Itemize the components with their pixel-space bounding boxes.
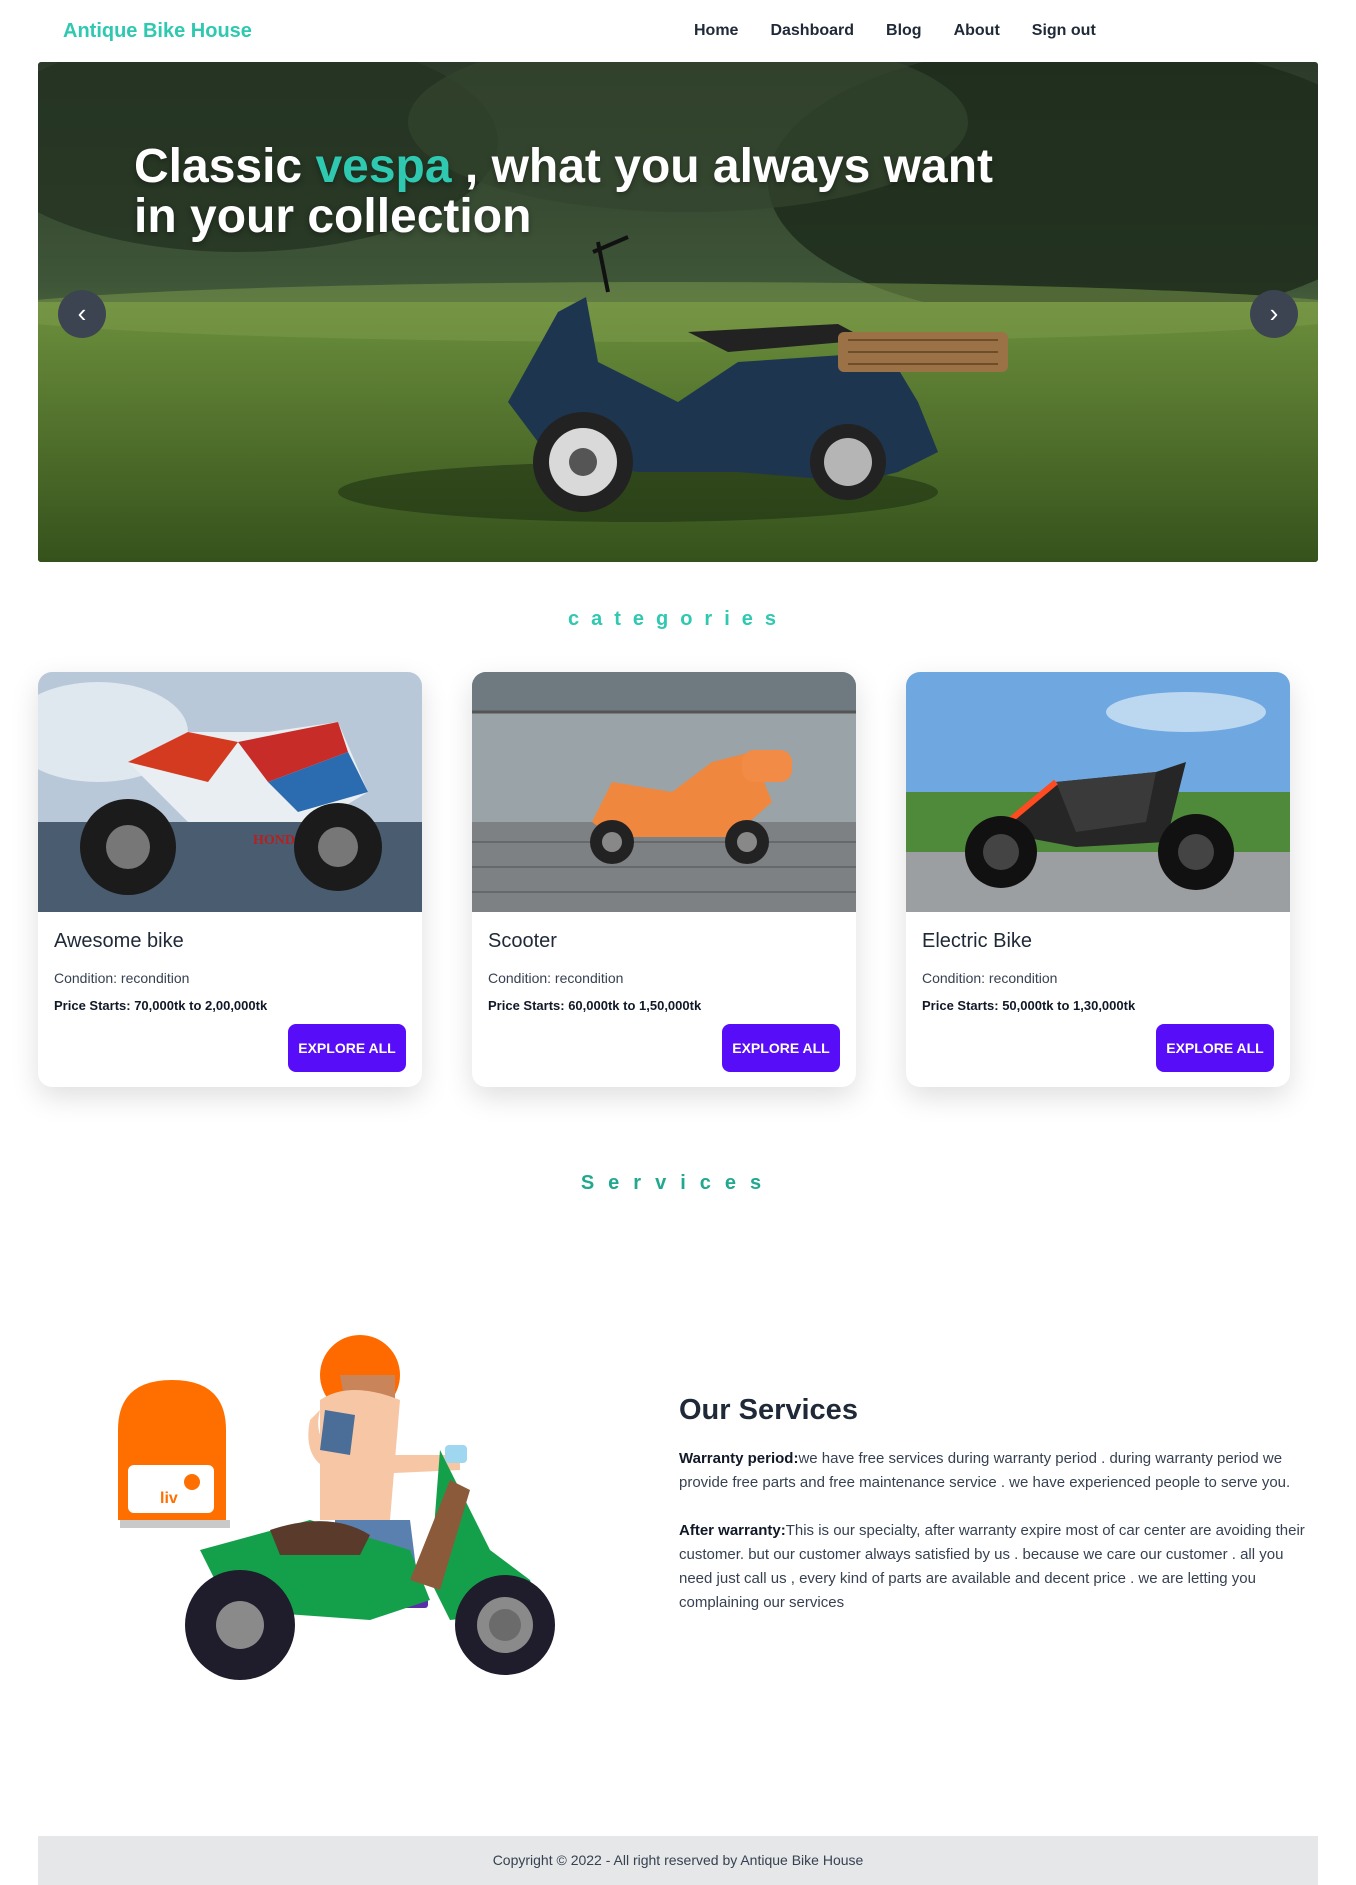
footer: Copyright © 2022 - All right reserved by… bbox=[38, 1836, 1318, 1885]
nav-links: Home Dashboard Blog About Sign out bbox=[694, 22, 1096, 40]
card-condition: Condition: recondition bbox=[488, 970, 624, 986]
services-content: Our Services Warranty period:we have fre… bbox=[679, 1394, 1315, 1639]
delivery-box-label: liv bbox=[160, 1490, 178, 1507]
electric-bike-photo bbox=[906, 672, 1290, 912]
footer-copyright: Copyright © 2022 - All right reserved by… bbox=[492, 1852, 864, 1868]
warranty-paragraph: Warranty period:we have free services du… bbox=[679, 1447, 1315, 1495]
card-condition: Condition: recondition bbox=[922, 970, 1058, 986]
warranty-label: Warranty period: bbox=[679, 1450, 799, 1467]
services-heading: Our Services bbox=[679, 1394, 858, 1426]
categories-title: categories bbox=[567, 608, 789, 630]
sport-motorcycle-photo: HONDA bbox=[38, 672, 422, 912]
nav-home[interactable]: Home bbox=[694, 22, 738, 40]
card-price: Price Starts: 70,000tk to 2,00,000tk bbox=[54, 998, 267, 1013]
card-price-value: 60,000tk to 1,50,000tk bbox=[564, 998, 702, 1013]
hero-title-accent: vespa bbox=[315, 140, 452, 193]
services-title: Services bbox=[580, 1172, 776, 1194]
brand-logo[interactable]: Antique Bike House bbox=[63, 20, 252, 43]
delivery-scooter-illustration: liv bbox=[118, 1335, 555, 1680]
nav-sign-out[interactable]: Sign out bbox=[1032, 22, 1096, 40]
nav-about[interactable]: About bbox=[954, 22, 1000, 40]
navbar: Antique Bike House Home Dashboard Blog A… bbox=[0, 0, 1356, 62]
category-card-awesome-bike: HONDA Awesome bike Condition: reconditio… bbox=[38, 672, 422, 1087]
card-price: Price Starts: 60,000tk to 1,50,000tk bbox=[488, 998, 701, 1013]
orange-scooter-photo bbox=[472, 672, 856, 912]
card-price-value: 50,000tk to 1,30,000tk bbox=[998, 998, 1136, 1013]
category-card-electric-bike: Electric Bike Condition: recondition Pri… bbox=[906, 672, 1290, 1087]
after-warranty-label: After warranty: bbox=[679, 1522, 786, 1539]
card-title: Awesome bike bbox=[54, 930, 184, 952]
hero-carousel: Classic vespa , what you always want in … bbox=[38, 62, 1318, 562]
vespa-hero-photo bbox=[38, 62, 1318, 562]
card-price-label: Price Starts: bbox=[488, 998, 565, 1013]
explore-all-button[interactable]: EXPLORE ALL bbox=[1156, 1024, 1274, 1072]
nav-blog[interactable]: Blog bbox=[886, 22, 922, 40]
card-price: Price Starts: 50,000tk to 1,30,000tk bbox=[922, 998, 1135, 1013]
hero-title: Classic vespa , what you always want in … bbox=[134, 142, 1034, 242]
carousel-next-button[interactable]: › bbox=[1250, 290, 1298, 338]
explore-all-button[interactable]: EXPLORE ALL bbox=[288, 1024, 406, 1072]
card-condition: Condition: recondition bbox=[54, 970, 190, 986]
card-price-value: 70,000tk to 2,00,000tk bbox=[130, 998, 268, 1013]
card-title: Scooter bbox=[488, 930, 557, 952]
nav-dashboard[interactable]: Dashboard bbox=[770, 22, 854, 40]
card-price-label: Price Starts: bbox=[54, 998, 131, 1013]
card-price-label: Price Starts: bbox=[922, 998, 999, 1013]
after-warranty-paragraph: After warranty:This is our specialty, af… bbox=[679, 1519, 1315, 1615]
card-title: Electric Bike bbox=[922, 930, 1033, 952]
carousel-prev-button[interactable]: ‹ bbox=[58, 290, 106, 338]
explore-all-button[interactable]: EXPLORE ALL bbox=[722, 1024, 840, 1072]
category-card-scooter: Scooter Condition: recondition Price Sta… bbox=[472, 672, 856, 1087]
hero-title-text: Classic bbox=[134, 140, 316, 193]
